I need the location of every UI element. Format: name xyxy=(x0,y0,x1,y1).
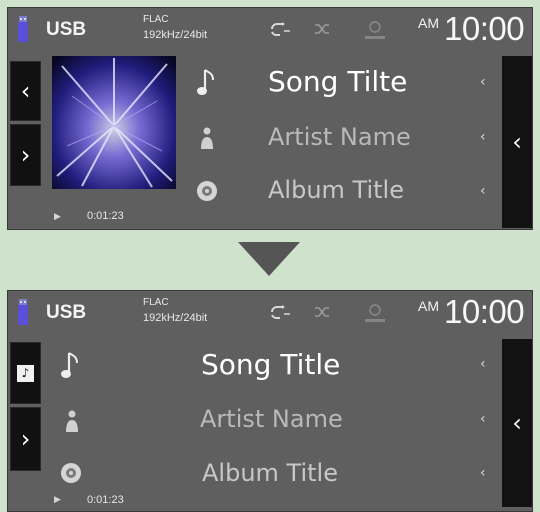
player-screen-after: USB FLAC 192kHz/24bit AM 10:00 ♪ › Song … xyxy=(7,290,533,512)
album-title: Album Title xyxy=(202,459,338,487)
source-label: USB xyxy=(46,19,87,40)
status-bar: USB FLAC 192kHz/24bit AM 10:00 xyxy=(8,291,532,337)
ampm-label: AM xyxy=(418,15,439,31)
sample-rate-label: 192kHz/24bit xyxy=(143,312,208,324)
expand-button[interactable]: › xyxy=(10,407,41,471)
right-panel-button[interactable]: ‹ xyxy=(502,56,532,228)
disc-status-icon xyxy=(365,304,385,322)
music-note-icon xyxy=(61,352,78,378)
chevron-left-icon: ‹ xyxy=(20,77,31,105)
album-art xyxy=(52,56,176,189)
album-chevron-icon[interactable]: ‹ xyxy=(480,465,486,481)
ampm-label: AM xyxy=(418,298,439,314)
clock: 10:00 xyxy=(444,10,525,47)
repeat-icon xyxy=(271,305,290,319)
album-icon xyxy=(61,463,81,483)
chevron-left-icon: ‹ xyxy=(512,128,522,156)
song-title: Song Tilte xyxy=(268,65,408,98)
title-chevron-icon[interactable]: ‹ xyxy=(480,74,486,90)
music-note-icon xyxy=(197,69,214,95)
shuffle-icon xyxy=(315,24,329,34)
player-screen-before: USB FLAC 192kHz/24bit AM 10:00 ‹ › Song … xyxy=(7,7,533,230)
usb-icon xyxy=(18,16,28,42)
repeat-icon xyxy=(271,22,290,36)
artist-chevron-icon[interactable]: ‹ xyxy=(480,411,486,427)
song-title: Song Title xyxy=(201,348,341,381)
chevron-right-icon: › xyxy=(20,425,31,453)
elapsed-time: 0:01:23 xyxy=(87,494,124,506)
expand-button[interactable]: › xyxy=(10,124,41,186)
elapsed-time: 0:01:23 xyxy=(87,210,124,222)
shuffle-icon xyxy=(315,307,329,317)
album-title: Album Title xyxy=(268,176,404,204)
status-bar: USB FLAC 192kHz/24bit AM 10:00 xyxy=(8,8,532,54)
codec-label: FLAC xyxy=(143,14,169,25)
title-chevron-icon[interactable]: ‹ xyxy=(480,356,486,372)
artist-chevron-icon[interactable]: ‹ xyxy=(480,129,486,145)
artist-name: Artist Name xyxy=(200,405,343,433)
album-chevron-icon[interactable]: ‹ xyxy=(480,183,486,199)
source-label: USB xyxy=(46,302,87,323)
chevron-left-icon: ‹ xyxy=(512,409,522,437)
chevron-right-icon: › xyxy=(20,141,31,169)
play-icon: ▶ xyxy=(54,212,61,222)
clock: 10:00 xyxy=(444,293,525,330)
prev-button[interactable]: ‹ xyxy=(10,61,41,121)
usb-icon xyxy=(18,299,28,325)
artist-name: Artist Name xyxy=(268,123,411,151)
play-icon: ▶ xyxy=(54,495,61,505)
transition-arrow-icon xyxy=(238,242,300,276)
music-thumbnail-icon: ♪ xyxy=(17,364,34,382)
mini-art-button[interactable]: ♪ xyxy=(10,342,41,404)
artist-icon xyxy=(201,127,213,149)
artist-icon xyxy=(66,410,78,432)
right-panel-button[interactable]: ‹ xyxy=(502,339,532,507)
disc-status-icon xyxy=(365,21,385,39)
sample-rate-label: 192kHz/24bit xyxy=(143,29,208,41)
album-icon xyxy=(197,181,217,201)
codec-label: FLAC xyxy=(143,297,169,308)
